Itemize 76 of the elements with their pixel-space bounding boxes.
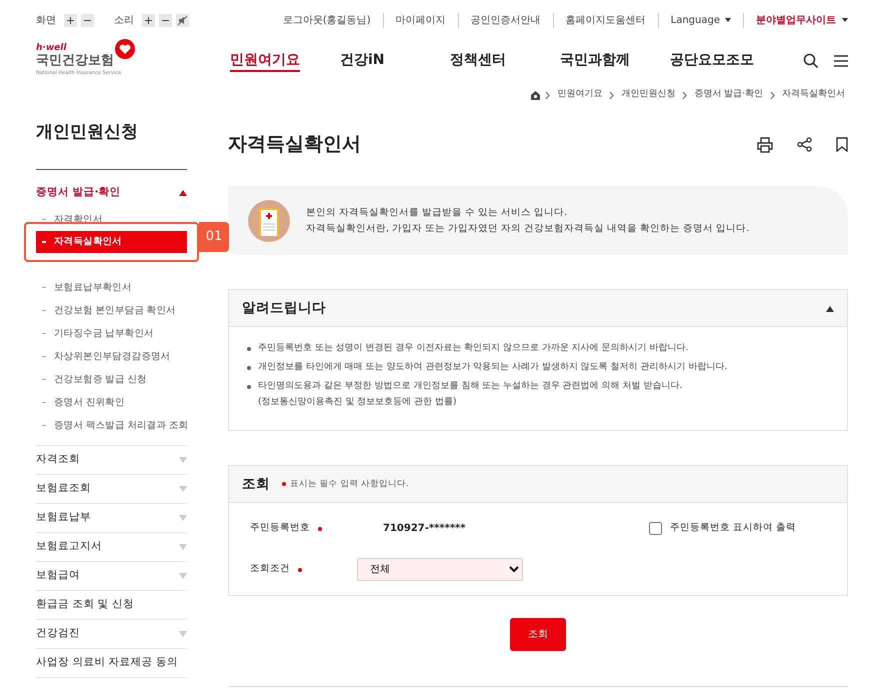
required-marker bbox=[318, 526, 322, 530]
nav-tab[interactable]: 정책센터 bbox=[450, 52, 506, 70]
callout-badge: 01 bbox=[199, 222, 229, 252]
sidebar-menu-item[interactable]: 자격조회 bbox=[36, 446, 187, 475]
zoom-label: 화면 bbox=[36, 14, 56, 28]
menu-label: 자격조회 bbox=[36, 452, 80, 468]
checkbox[interactable] bbox=[648, 522, 662, 535]
page-title: 자격득실확인서 bbox=[228, 132, 361, 157]
chevron-icon bbox=[770, 92, 775, 98]
field-label: 조회조건 bbox=[250, 562, 290, 576]
sidebar-menu-item[interactable]: 보험료조회 bbox=[36, 475, 187, 504]
chevron-icon bbox=[609, 92, 614, 98]
required-note: 표시는 필수 입력 사항입니다. bbox=[290, 478, 409, 490]
sidebar-menu-item[interactable]: 보험료납부 bbox=[36, 504, 187, 533]
certificate-icon bbox=[248, 200, 290, 242]
notice-item: 개인정보를 타인에게 매매 또는 양도하여 관련정보가 악용되는 사례가 발생하지 않도록 철저히 관리하시기 바랍니다. bbox=[258, 361, 728, 374]
zoom-out-button[interactable]: − bbox=[81, 14, 94, 26]
menu-label: 보험료납부 bbox=[36, 510, 91, 526]
volume-up-button[interactable]: + bbox=[142, 14, 155, 26]
zoom-in-button[interactable]: + bbox=[64, 14, 77, 26]
form-title: 조회 bbox=[242, 474, 270, 494]
print-icon bbox=[757, 136, 773, 153]
nav-tab[interactable]: 건강iN bbox=[340, 52, 385, 70]
logo-tagline: h·well bbox=[36, 44, 68, 54]
volume-down-button[interactable]: − bbox=[159, 14, 172, 26]
search-icon bbox=[803, 53, 818, 68]
intro-text: 자격득실확인서란, 가입자 또는 가입자였던 자의 건강보험자격득실 내역을 확인하는 증명서 입니다. bbox=[306, 222, 750, 236]
required-marker bbox=[298, 568, 302, 572]
menu-label: 보험급여 bbox=[36, 568, 80, 584]
sidebar-menu-item[interactable]: 증명서 발급·확인 bbox=[36, 178, 187, 208]
sidebar-menu-item[interactable]: 환급금 조회 및 신청 bbox=[36, 591, 187, 620]
field-label: 주민등록번호 bbox=[250, 521, 310, 536]
submit-button[interactable]: 조회 bbox=[510, 618, 566, 651]
nav-tab[interactable]: 민원여기요 bbox=[230, 52, 300, 72]
logo-name: 국민건강보험 bbox=[36, 54, 114, 68]
chevron-icon bbox=[682, 92, 688, 98]
utility-link[interactable]: 마이페이지 bbox=[384, 12, 459, 28]
share-icon bbox=[797, 137, 812, 152]
menu-label: 보험료고지서 bbox=[36, 539, 102, 554]
utility-link[interactable]: 홈페이지도움센터 bbox=[554, 12, 659, 28]
menu-label: 증명서 발급·확인 bbox=[36, 185, 121, 200]
sidebar-menu-item[interactable]: 보험료고지서 bbox=[36, 533, 187, 562]
utility-link[interactable]: 공인인증서안내 bbox=[458, 12, 554, 28]
caret-icon bbox=[725, 18, 731, 22]
mute-icon bbox=[178, 16, 187, 24]
nav-tab[interactable]: 국민과함께 bbox=[560, 52, 630, 70]
menu-label: 건강검진 bbox=[36, 626, 80, 642]
checkbox-label: 주민등록번호 표시하여 출력 bbox=[670, 521, 796, 536]
chevron-icon bbox=[545, 92, 550, 98]
sidebar-menu-item[interactable]: 건강검진 bbox=[36, 620, 187, 649]
required-marker bbox=[282, 482, 286, 486]
menu-label: 보험료조회 bbox=[36, 481, 91, 496]
sites-menu[interactable]: 분야별업무사이트 bbox=[744, 12, 848, 28]
menu-icon bbox=[834, 54, 848, 67]
notice-item: 주민등록번호 또는 성명이 변경된 경우 이전자료는 확인되지 않으므로 가까운 지사에 문의하시기 바랍니다. bbox=[258, 342, 688, 355]
sidebar-menu-item[interactable]: 보험급여 bbox=[36, 562, 187, 591]
breadcrumb-link[interactable]: 개인민원신청 bbox=[621, 88, 676, 102]
intro-text: 본인의 자격득실확인서를 발급받을 수 있는 서비스 입니다. bbox=[306, 206, 568, 220]
nav-tab[interactable]: 공단요모조모 bbox=[670, 52, 754, 70]
utility-link[interactable]: 로그아웃(홍길동님) bbox=[270, 12, 384, 28]
caret-icon bbox=[842, 18, 848, 22]
language-menu[interactable]: Language bbox=[658, 12, 744, 28]
mute-button[interactable] bbox=[176, 14, 189, 26]
notice-item: 타인명의도용과 같은 부정한 방법으로 개인정보를 침해 또는 누설하는 경우 관련법에 의해 처벌 받습니다. (정보통신망이용촉진 및 정보보호등에 관한 법률) bbox=[258, 380, 682, 409]
sidebar-submenu-item[interactable]: 자격득실확인서 bbox=[36, 231, 187, 253]
sidebar-menu-item[interactable]: 사업장 의료비 자료제공 동의 bbox=[36, 649, 187, 678]
breadcrumb-link[interactable]: 자격득실확인서 bbox=[782, 88, 845, 102]
home-icon bbox=[530, 90, 542, 100]
field-value: 710927-******* bbox=[383, 522, 466, 536]
bookmark-icon bbox=[836, 137, 848, 152]
notice-title: 알려드립니다 bbox=[242, 298, 326, 318]
condition-select[interactable]: 전체 bbox=[357, 558, 523, 581]
sidebar-title: 개인민원신청 bbox=[36, 110, 187, 170]
breadcrumb-link[interactable]: 민원여기요 bbox=[557, 88, 602, 102]
breadcrumb-link[interactable]: 증명서 발급·확인 bbox=[694, 88, 763, 102]
sound-label: 소리 bbox=[114, 14, 134, 28]
